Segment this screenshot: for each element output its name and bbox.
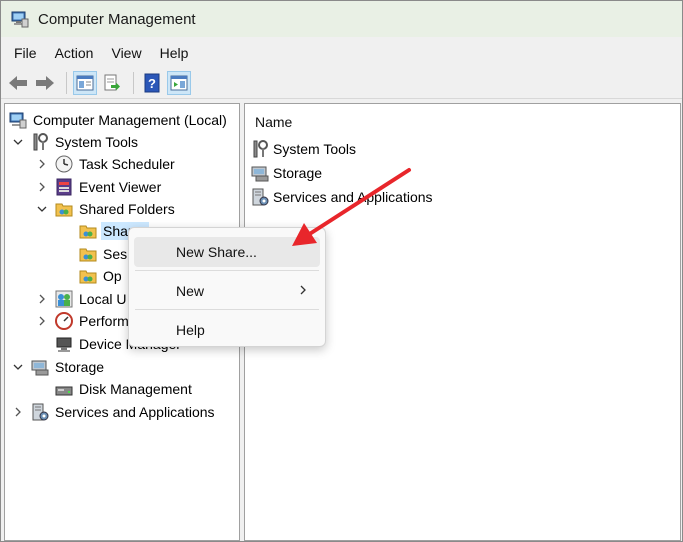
annotation-arrow-icon (292, 168, 411, 246)
computer-management-window: Computer Management File Action View Hel… (0, 0, 683, 542)
